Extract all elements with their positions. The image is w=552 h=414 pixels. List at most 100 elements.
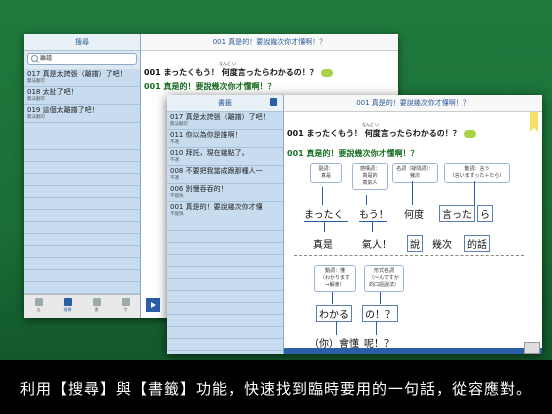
list-item-sub: 不適 [170,176,179,181]
zh-word: 氣人！ [362,240,392,251]
tab-label: 出 [36,307,41,312]
grammar-note: 動詞：懂 （わかります ⇒解會） [314,265,356,292]
search-bar: 離譜 [24,51,140,69]
jp-word: ら [477,205,493,222]
list-item-title: 019 這個太離譜了吧！ [27,106,99,114]
list-item-title: 008 不要把我當成跟那種人一 [170,167,263,175]
speaker-icon[interactable] [320,68,333,77]
underline [304,221,348,222]
connector-line [376,321,377,335]
list-item-sub: 無法翻可 [27,115,45,120]
connector-line [332,292,333,304]
tab-list[interactable]: 出 [24,295,53,318]
grammar-note: 感嘆詞： 真是的 真氣人 [352,163,388,190]
list-item-title: 017 真是太誇張（離譜）了吧！ [27,70,127,78]
tab-label: 書 [94,307,99,312]
connector-line [380,292,381,304]
japanese-text: 001 まったくもう！ 何度言ったらわかるの！？ [144,68,318,77]
list-item-title: 001 真是的！要說幾次你才懂 [170,203,263,211]
list-item-sub: 無法翻可 [27,79,45,84]
list-item-title: 017 真是太誇張（離譜）了吧！ [170,113,270,121]
note-text: 動詞：言う （言いますった＋たら） [449,166,505,179]
note-text: 名詞（疑問詞）： 幾次 [396,166,434,179]
japanese-text: 001 まったくもう！ 何度言ったらわかるの！？ [287,129,461,138]
note-text: 感嘆詞： 真是的 真氣人 [359,166,380,186]
list-item-sub: 無法翻可 [170,122,188,127]
list-item[interactable]: 001 真是的！要說幾次你才懂 不能快 [167,202,283,220]
list-item[interactable]: 006 別慢吞吞的！ 不能快 [167,184,283,202]
empty-list-lines [24,138,140,298]
jp-word: わかる [316,305,352,322]
connector-line [324,222,325,232]
tab-bar: 出 搜尋 書 字 [24,294,140,318]
list-item[interactable]: 018 太扯了吧！ 無法翻可 [24,87,140,105]
list-item-title: 011 你以為你是誰啊！ [170,131,242,139]
search-input-value: 離譜 [40,55,53,62]
connector-line [474,181,475,205]
tab-dictionary[interactable]: 字 [111,295,140,318]
underline [359,221,387,222]
trash-icon[interactable] [270,98,277,106]
empty-list-lines [167,219,283,354]
jp-word: の！？ [362,305,398,322]
list-item-sub: 不適 [170,140,179,145]
search-pane: 搜尋 離譜 017 真是太誇張（離譜）了吧！ 無法翻可 018 太扯了吧！ 無法… [24,34,141,318]
list-item-title: 006 別慢吞吞的！ [170,185,228,193]
note-text: 副詞： 真是 [318,166,334,179]
search-icon [31,55,38,62]
tab-search[interactable]: 搜尋 [53,295,82,318]
detail-header: 001 真是的！要說幾次你才懂啊！？ [284,95,542,112]
caption-text: 利用【搜尋】與【書籤】功能，快速找到臨時要用的一句話，從容應對。 [19,380,532,398]
tab-label: 字 [123,307,128,312]
list-item[interactable]: 008 不要把我當成跟那種人一 不適 [167,166,283,184]
list-item[interactable]: 010 拜託，現在幾點了。 不適 [167,148,283,166]
zh-word: 幾次 [432,240,452,251]
detail-header: 001 真是的！要說幾次你才懂啊！？ [141,34,398,51]
bookmark-header: 書籤 [167,95,283,112]
image-icon[interactable] [524,342,540,354]
list-item-title: 010 拜託，現在幾點了。 [170,149,249,157]
play-button[interactable] [146,298,160,312]
front-ipad-screen: 書籤 017 真是太誇張（離譜）了吧！ 無法翻可 011 你以為你是誰啊！ 不適… [167,95,542,354]
zh-word: 的話 [464,235,490,252]
book-icon [92,298,101,306]
jp-word: もう！ [359,210,389,221]
connector-line [372,222,373,232]
list-item-title: 018 太扯了吧！ [27,88,78,96]
grammar-note: 動詞：言う （言いますった＋たら） [444,163,510,183]
zh-word: 真是 [313,240,333,251]
bottom-toolbar [284,348,542,354]
connector-line [412,181,413,205]
list-item[interactable]: 017 真是太誇張（離譜）了吧！ 無法翻可 [167,112,283,130]
tab-book[interactable]: 書 [82,295,111,318]
jp-word: 何度 [404,210,424,221]
tab-label: 搜尋 [63,307,72,312]
list-item[interactable]: 011 你以為你是誰啊！ 不適 [167,130,283,148]
list-item-sub: 無法翻可 [27,97,45,102]
zh-word: 說 [407,235,423,252]
grammar-note: 形式名詞 （〜んですか 的口語說法） [364,265,404,292]
jp-word: 言った [439,205,475,222]
connector-line [322,187,323,205]
list-item[interactable]: 019 這個太離譜了吧！ 無法翻可 [24,105,140,123]
connector-line [336,321,337,335]
japanese-sentence: 001 まったくもう！ 何度言ったらわかるの！？ [287,128,476,139]
jp-word: まったく [304,210,344,221]
bookmark-pane: 書籤 017 真是太誇張（離譜）了吧！ 無法翻可 011 你以為你是誰啊！ 不適… [167,95,284,354]
connector-line [366,195,367,205]
chinese-translation: 001 真是的！要說幾次你才懂啊！？ [144,82,276,91]
detail-pane: 001 真是的！要說幾次你才懂啊！？ なんど い 001 まったくもう！ 何度言… [284,95,542,354]
list-item[interactable]: 017 真是太誇張（離譜）了吧！ 無法翻可 [24,69,140,87]
note-text: 動詞：懂 （わかります ⇒解會） [319,268,350,288]
divider [294,255,524,256]
list-item-sub: 不能快 [170,194,184,199]
search-input[interactable]: 離譜 [27,53,137,65]
search-icon [63,298,72,306]
list-item-sub: 不適 [170,158,179,163]
list-item-sub: 不能快 [170,212,184,217]
search-header: 搜尋 [24,34,140,51]
speaker-icon[interactable] [463,129,476,138]
dictionary-icon [121,298,130,306]
chinese-translation: 001 真是的！要說幾次你才懂啊！？ [287,149,419,158]
bookmark-icon[interactable] [530,112,538,132]
